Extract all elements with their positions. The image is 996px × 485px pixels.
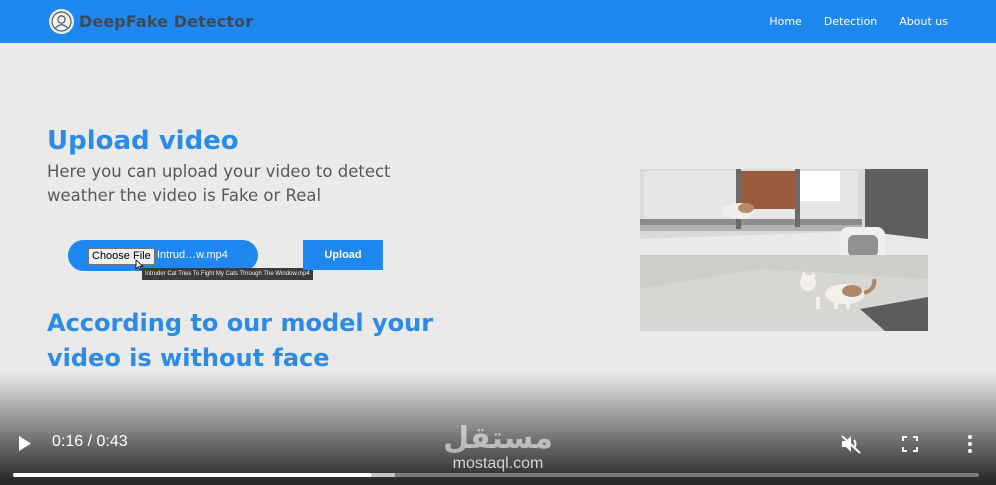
- progress-buffered: [372, 473, 395, 477]
- play-icon[interactable]: [17, 435, 33, 452]
- time-display: 0:16 / 0:43: [52, 433, 128, 450]
- video-preview: [640, 169, 928, 331]
- nav-links: Home Detection About us: [747, 0, 948, 43]
- navbar: DeepFake Detector Home Detection About u…: [0, 0, 996, 43]
- watermark-logo: مستقل: [443, 421, 553, 454]
- progress-bar[interactable]: [13, 473, 979, 477]
- upload-title: Upload video: [47, 126, 239, 156]
- file-name-tooltip: Intruder Cat Tries To Fight My Cats Thro…: [142, 268, 313, 280]
- nav-link-home[interactable]: Home: [769, 15, 801, 28]
- choose-file-button[interactable]: Choose File: [88, 248, 155, 265]
- progress-played: [13, 473, 373, 477]
- watermark-arabic: مستقل: [443, 421, 553, 454]
- face-logo-icon: [49, 8, 74, 34]
- brand-name: DeepFake Detector: [79, 11, 254, 31]
- upload-button[interactable]: Upload: [303, 240, 383, 270]
- fullscreen-icon[interactable]: [902, 436, 918, 452]
- file-input[interactable]: Choose File Intrud…w.mp4: [68, 240, 258, 271]
- detection-result: According to our model your video is wit…: [47, 309, 434, 372]
- muted-volume-icon[interactable]: [840, 434, 862, 454]
- more-options-icon[interactable]: [966, 434, 974, 454]
- brand[interactable]: DeepFake Detector: [49, 7, 253, 35]
- watermark-text: mostaql.com: [452, 455, 544, 472]
- nav-link-about[interactable]: About us: [899, 15, 948, 28]
- nav-link-detection[interactable]: Detection: [824, 15, 877, 28]
- selected-file-name: Intrud…w.mp4: [157, 249, 228, 261]
- upload-description: Here you can upload your video to detect…: [47, 162, 391, 205]
